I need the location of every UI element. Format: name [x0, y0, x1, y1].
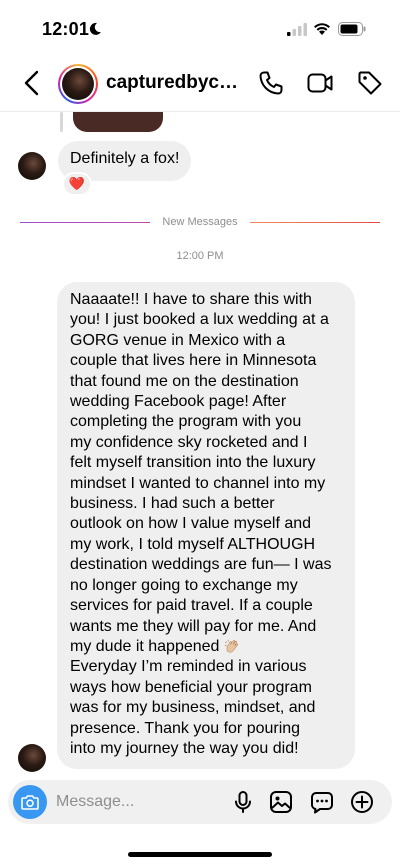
tag-icon[interactable] — [357, 70, 383, 96]
message-line: Naaaate!! I have to share this with — [70, 291, 312, 308]
message-timestamp: 12:00 PM — [176, 250, 224, 262]
chat-header: capturedbycas... — [0, 56, 400, 112]
plus-circle-icon[interactable] — [350, 790, 374, 814]
message-line: mindset I wanted to channel into my — [70, 474, 326, 492]
message-line: into my journey the way you did! — [70, 739, 299, 757]
message-line: my confidence sky rocketed and I — [70, 433, 308, 451]
status-bar: 12:01 — [0, 0, 400, 56]
message-line-with-emoji: my dude it happened — [70, 637, 343, 657]
message-line: Everyday I’m reminded in various — [70, 658, 307, 676]
status-time: 12:01 — [42, 19, 90, 39]
message-line: was for my business, mindset, and — [70, 699, 316, 717]
message-line: business. I had such a better — [70, 495, 275, 513]
message-line: ways how beneficial your program — [70, 678, 312, 696]
message-line: outlook on how I value myself and — [70, 515, 312, 533]
message-line: felt myself transition into the luxury — [70, 454, 316, 472]
message-line: you! I just booked a lux wedding at a — [70, 311, 329, 329]
phone-call-icon[interactable] — [258, 70, 284, 96]
microphone-icon[interactable] — [231, 790, 255, 814]
message-composer — [8, 780, 392, 824]
message-input[interactable] — [56, 790, 226, 814]
gallery-icon[interactable] — [269, 790, 293, 814]
message-line: couple that lives here in Minnesota — [70, 352, 317, 370]
camera-button[interactable] — [13, 785, 47, 819]
message-line: services for paid travel. If a couple — [70, 597, 313, 615]
message-line: my work, I told myself ALTHOUGH — [70, 535, 316, 553]
back-chevron-icon[interactable] — [22, 70, 42, 96]
message-thread[interactable]: Definitely a fox! ❤️ New Messages 12:00 … — [0, 112, 400, 780]
reply-indicator-line — [60, 112, 63, 132]
chat-username[interactable]: capturedbycas... — [106, 72, 246, 94]
new-messages-divider: New Messages — [20, 216, 380, 230]
message-bubble-long[interactable]: Naaaate!! I have to share this with you!… — [57, 282, 355, 770]
previous-media-message[interactable] — [73, 112, 163, 132]
video-call-icon[interactable] — [307, 70, 333, 96]
heart-reaction-icon[interactable]: ❤️ — [62, 172, 92, 196]
sticker-chat-icon[interactable] — [310, 790, 334, 814]
message-line: my dude it happened — [70, 637, 220, 655]
message-line: completing the program with you — [70, 413, 302, 431]
sender-avatar[interactable] — [18, 152, 46, 180]
moon-icon — [89, 22, 101, 35]
message-line: destination weddings are fun— I was — [70, 556, 332, 574]
message-line: presence. Thank you for pouring — [70, 719, 301, 737]
battery-icon — [338, 22, 366, 36]
home-indicator[interactable] — [128, 852, 272, 857]
message-line: wants me they will pay for me. And — [70, 617, 317, 635]
clapping-hands-icon — [224, 639, 238, 653]
camera-icon — [21, 795, 39, 810]
message-line: that found me on the destination — [70, 372, 299, 390]
cellular-signal-icon — [287, 23, 307, 36]
sender-avatar[interactable] — [18, 744, 46, 772]
message-line: no longer going to exchange my — [70, 576, 298, 594]
message-line: wedding Facebook page! After — [70, 393, 287, 411]
profile-avatar[interactable] — [58, 64, 98, 104]
message-line: GORG venue in Mexico with a — [70, 331, 286, 349]
message-text: Definitely a fox! — [70, 150, 180, 167]
wifi-icon — [314, 23, 330, 35]
